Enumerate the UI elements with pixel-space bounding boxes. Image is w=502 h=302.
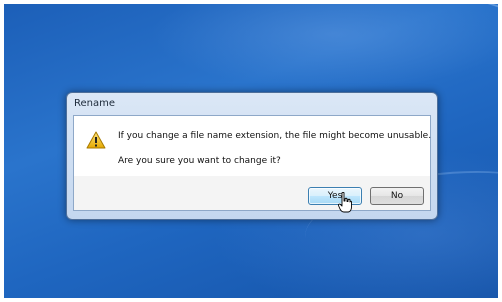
message-area: If you change a file name extension, the…	[74, 116, 432, 176]
rename-dialog: Rename If you change a file name extensi…	[66, 92, 438, 220]
warning-triangle-icon	[86, 131, 106, 149]
dialog-content: If you change a file name extension, the…	[73, 115, 432, 213]
confirm-question: Are you sure you want to change it?	[118, 156, 281, 166]
yes-button[interactable]: Yes	[308, 187, 362, 205]
no-button[interactable]: No	[370, 187, 424, 205]
dialog-title: Rename	[74, 98, 116, 109]
warning-message: If you change a file name extension, the…	[118, 131, 432, 141]
wallpaper-streak	[251, 4, 498, 79]
dialog-titlebar[interactable]: Rename	[67, 93, 437, 115]
desktop: Rename If you change a file name extensi…	[4, 4, 498, 298]
hand-pointer-icon	[338, 192, 352, 213]
